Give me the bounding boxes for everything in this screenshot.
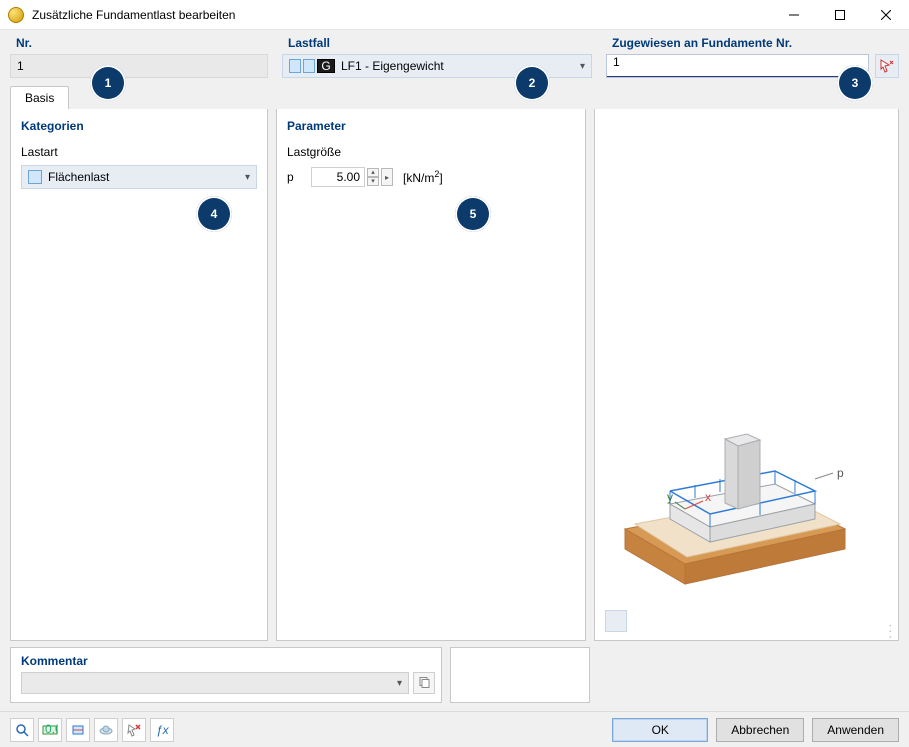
load-value[interactable]: 5.00 (311, 167, 365, 187)
resize-grip-icon[interactable]: ⋰ (881, 622, 899, 640)
parameter-title: Parameter (277, 109, 585, 141)
group-zugewiesen: Zugewiesen an Fundamente Nr. 1 (606, 36, 899, 78)
lastart-value: Flächenlast (48, 170, 109, 184)
pick-foundation-button[interactable] (875, 54, 899, 78)
nr-label: Nr. (10, 36, 268, 54)
group-lastfall: Lastfall G LF1 - Eigengewicht ▾ (282, 36, 592, 78)
zugewiesen-label: Zugewiesen an Fundamente Nr. (606, 36, 899, 54)
load-unit: [kN/m2] (403, 169, 443, 185)
kommentar-title: Kommentar (11, 648, 441, 672)
chevron-down-icon: ▾ (580, 61, 585, 72)
tool-loadcase-button[interactable] (66, 718, 90, 742)
zugewiesen-value: 1 (613, 55, 620, 69)
lastfall-value: LF1 - Eigengewicht (341, 59, 444, 73)
lastart-swatch-icon (28, 170, 42, 184)
svg-text:0,00: 0,00 (45, 723, 58, 736)
apply-button[interactable]: Anwenden (812, 718, 899, 742)
panel-parameter: Parameter Lastgröße p 5.00 ▴▾ ▸ [kN/m2] (276, 109, 586, 641)
preview-illustration: p x y (615, 409, 855, 599)
tool-delete-button[interactable] (122, 718, 146, 742)
lastart-dropdown[interactable]: Flächenlast ▾ (21, 165, 257, 189)
spin-down-icon[interactable]: ▾ (367, 177, 379, 186)
parameter-symbol: p (287, 170, 301, 184)
tool-formula-button[interactable]: ƒx (150, 718, 174, 742)
nr-field[interactable]: 1 (10, 54, 268, 78)
minimize-button[interactable] (771, 0, 817, 30)
lastfall-dropdown[interactable]: G LF1 - Eigengewicht ▾ (282, 54, 592, 78)
cancel-button[interactable]: Abbrechen (716, 718, 804, 742)
lastgroesse-label: Lastgröße (287, 145, 575, 159)
tool-view-button[interactable] (94, 718, 118, 742)
lf-g-tag-icon: G (317, 59, 335, 73)
panel-spare (450, 647, 590, 703)
load-value-spinner[interactable]: 5.00 ▴▾ ▸ (311, 167, 393, 187)
chevron-down-icon: ▾ (245, 172, 250, 183)
lastart-label: Lastart (21, 145, 257, 159)
tool-units-button[interactable]: 0,00 (38, 718, 62, 742)
app-icon (8, 7, 24, 23)
tab-basis[interactable]: Basis (10, 86, 69, 109)
window-title: Zusätzliche Fundamentlast bearbeiten (32, 8, 771, 22)
svg-text:x: x (705, 490, 711, 504)
svg-text:ƒx: ƒx (156, 723, 169, 737)
panel-preview: p x y ⋰ (594, 109, 899, 641)
ok-button[interactable]: OK (612, 718, 708, 742)
preview-mode-button[interactable] (605, 610, 627, 632)
zugewiesen-field[interactable]: 1 (606, 54, 869, 78)
lastfall-label: Lastfall (282, 36, 592, 54)
panel-kommentar: Kommentar ▾ (10, 647, 442, 703)
kommentar-dropdown[interactable]: ▾ (21, 672, 409, 694)
maximize-button[interactable] (817, 0, 863, 30)
svg-text:y: y (667, 490, 673, 504)
lf-color-icon (303, 59, 315, 73)
lf-color-icon (289, 59, 301, 73)
spin-step-icon[interactable]: ▸ (381, 168, 393, 186)
spin-up-icon[interactable]: ▴ (367, 168, 379, 177)
group-nr: Nr. 1 (10, 36, 268, 78)
kommentar-copy-button[interactable] (413, 672, 435, 694)
tab-strip: Basis (10, 86, 899, 109)
preview-p-label: p (837, 466, 844, 480)
nr-value: 1 (17, 59, 24, 73)
tool-zoom-button[interactable] (10, 718, 34, 742)
chevron-down-icon: ▾ (397, 678, 402, 689)
kategorien-title: Kategorien (11, 109, 267, 141)
close-button[interactable] (863, 0, 909, 30)
titlebar: Zusätzliche Fundamentlast bearbeiten (0, 0, 909, 30)
panel-kategorien: Kategorien Lastart Flächenlast ▾ (10, 109, 268, 641)
